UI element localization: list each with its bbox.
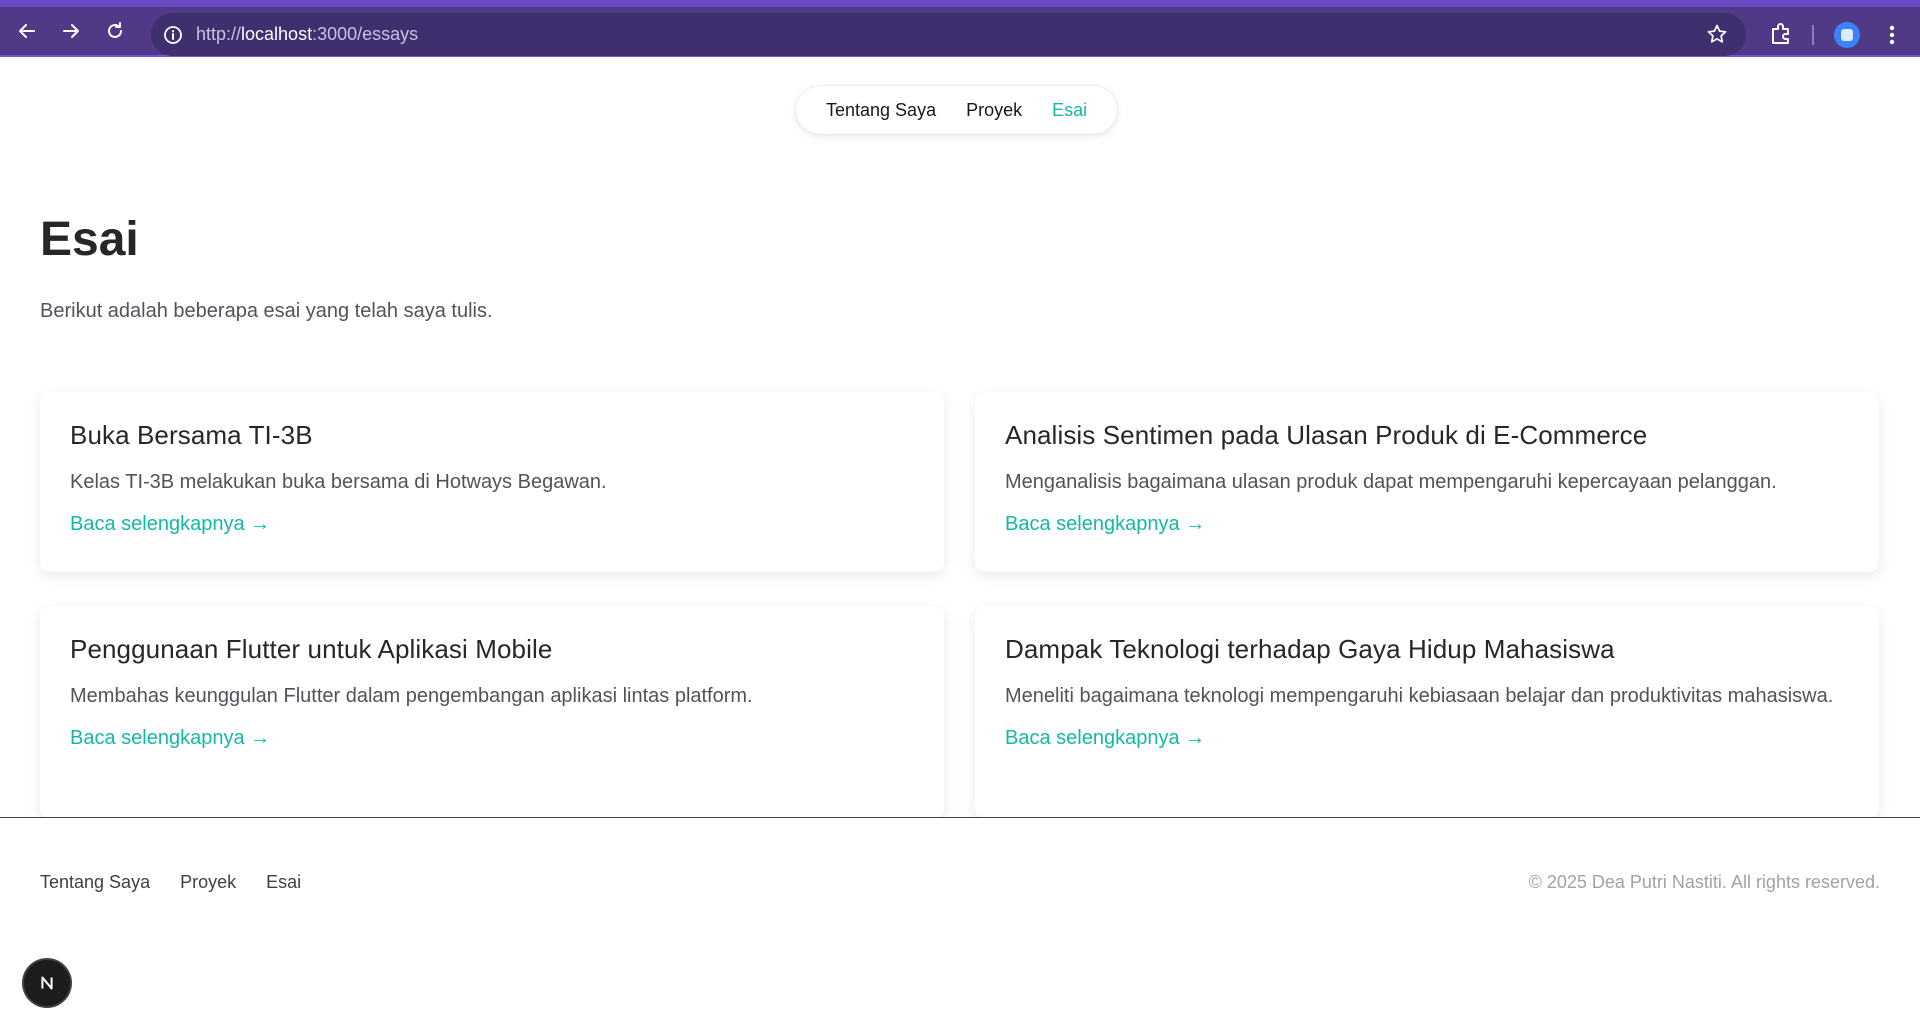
essay-summary: Meneliti bagaimana teknologi mempengaruh… [1005, 685, 1834, 707]
footer-navigation: Tentang Saya Proyek Esai [40, 872, 301, 893]
arrow-right-icon [63, 24, 79, 38]
url-scheme: http:// [196, 24, 242, 44]
url-path: :3000/essays [312, 24, 419, 44]
essay-summary: Kelas TI-3B melakukan buka bersama di Ho… [70, 471, 607, 493]
essay-title: Penggunaan Flutter untuk Aplikasi Mobile [70, 634, 553, 664]
more-vertical-icon[interactable] [1882, 21, 1902, 49]
read-more-link[interactable]: Baca selengkapnya → [1005, 513, 1205, 535]
read-more-link[interactable]: Baca selengkapnya → [1005, 727, 1205, 749]
essay-title: Dampak Teknologi terhadap Gaya Hidup Mah… [1005, 634, 1615, 664]
footer-link-esai[interactable]: Esai [266, 872, 301, 893]
page-title: Esai [40, 213, 139, 266]
toolbar-divider [1812, 25, 1814, 45]
nav-link-esai[interactable]: Esai [1052, 100, 1087, 121]
essay-title: Analisis Sentimen pada Ulasan Produk di … [1005, 420, 1648, 450]
url-text[interactable]: http://localhost:3000/essays [196, 24, 418, 45]
essay-card: Penggunaan Flutter untuk Aplikasi Mobile… [40, 606, 944, 818]
footer-link-proyek[interactable]: Proyek [180, 872, 236, 893]
footer-link-tentang-saya[interactable]: Tentang Saya [40, 872, 150, 893]
arrow-left-icon [19, 24, 35, 38]
nav-link-proyek[interactable]: Proyek [966, 100, 1022, 121]
info-icon[interactable] [160, 22, 186, 48]
star-icon[interactable] [1706, 23, 1728, 45]
essay-title: Buka Bersama TI-3B [70, 420, 313, 450]
profile-avatar[interactable] [1834, 22, 1860, 48]
puzzle-icon[interactable] [1768, 21, 1794, 47]
browser-toolbar: http://localhost:3000/essays [0, 0, 1920, 57]
essay-card: Dampak Teknologi terhadap Gaya Hidup Mah… [975, 606, 1879, 818]
nav-link-tentang-saya[interactable]: Tentang Saya [826, 100, 936, 121]
top-navigation: Tentang Saya Proyek Esai [796, 86, 1118, 134]
essay-summary: Membahas keunggulan Flutter dalam pengem… [70, 685, 753, 707]
address-bar[interactable]: http://localhost:3000/essays [151, 13, 1746, 56]
essay-card: Buka Bersama TI-3B Kelas TI-3B melakukan… [40, 392, 944, 572]
back-button[interactable] [5, 9, 49, 53]
essay-summary: Menganalisis bagaimana ulasan produk dap… [1005, 471, 1777, 493]
read-more-link[interactable]: Baca selengkapnya → [70, 727, 270, 749]
footer: Tentang Saya Proyek Esai © 2025 Dea Putr… [0, 817, 1920, 1028]
essay-card: Analisis Sentimen pada Ulasan Produk di … [975, 392, 1879, 572]
read-more-link[interactable]: Baca selengkapnya → [70, 513, 270, 535]
forward-button[interactable] [49, 9, 93, 53]
url-host: localhost [241, 24, 313, 44]
copyright-text: © 2025 Dea Putri Nastiti. All rights res… [1528, 872, 1880, 892]
nextjs-logo-icon[interactable] [24, 960, 70, 1006]
page-intro: Berikut adalah beberapa esai yang telah … [40, 300, 493, 322]
reload-icon [108, 22, 122, 38]
reload-button[interactable] [93, 9, 137, 53]
